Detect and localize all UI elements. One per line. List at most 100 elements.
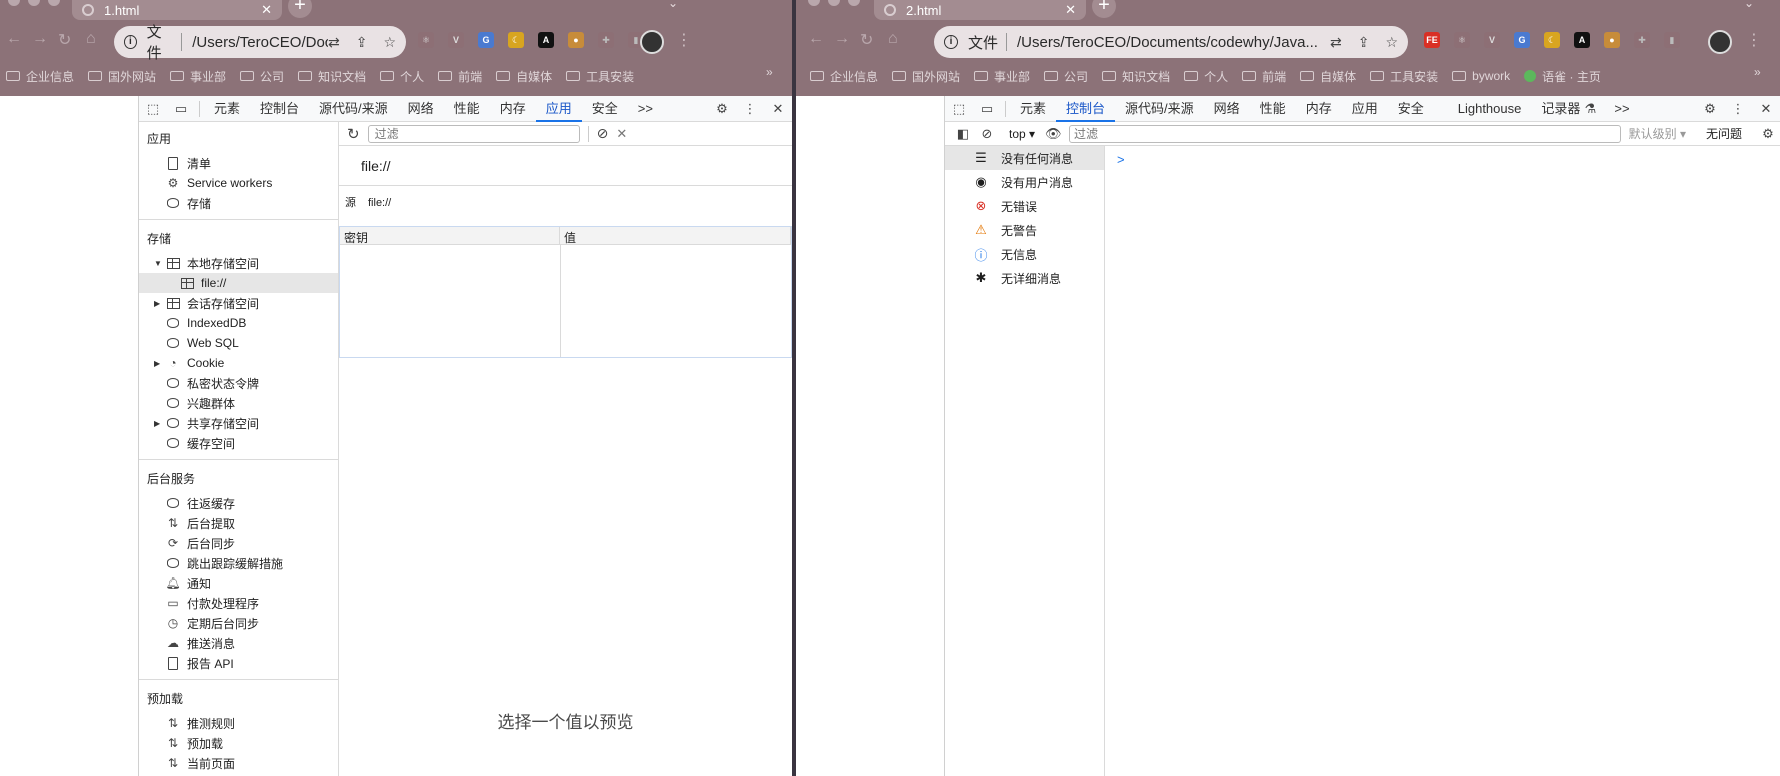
moon-icon[interactable]: ☾ [1544, 32, 1560, 48]
bookmark-item[interactable]: 事业部 [974, 68, 1030, 85]
bookmark-item[interactable]: 自媒体 [496, 68, 552, 85]
react-icon[interactable]: ⚛ [1454, 32, 1470, 48]
bookmark-item[interactable]: 工具安装 [566, 68, 634, 85]
console-filter-user-messages[interactable]: ◉ 没有用户消息 [945, 170, 1104, 194]
tab-elements[interactable]: 元素 [204, 96, 250, 122]
sidebar-item-bounce-tracking[interactable]: 跳出跟踪缓解措施 [139, 553, 338, 573]
new-tab-button[interactable]: + [288, 0, 312, 18]
sidebar-item-manifest[interactable]: 清单 [139, 153, 338, 173]
sidepanel-icon[interactable]: ▮ [1664, 32, 1680, 48]
vue-icon[interactable]: V [1484, 32, 1500, 48]
sidebar-item-periodic-sync[interactable]: ◷ 定期后台同步 [139, 613, 338, 633]
key-value-table[interactable]: 密钥 值 [339, 226, 792, 358]
share-icon[interactable]: ⇪ [356, 34, 368, 51]
cookie-icon[interactable]: ● [568, 32, 584, 48]
inspect-icon[interactable]: ⬚ [145, 101, 161, 117]
more-tabs-button[interactable]: >> [628, 96, 663, 122]
eye-icon[interactable]: 👁︎ [1045, 126, 1062, 142]
bookmark-item[interactable]: 国外网站 [88, 68, 156, 85]
tab-console[interactable]: 控制台 [250, 96, 309, 122]
clear-console-icon[interactable]: ⊘ [979, 126, 995, 142]
react-icon[interactable]: ⚛ [418, 32, 434, 48]
sidebar-item-shared-storage[interactable]: ▶ 共享存储空间 [139, 413, 338, 433]
reload-icon[interactable]: ↻ [860, 30, 873, 50]
bookmark-item[interactable]: 企业信息 [810, 68, 878, 85]
tab-search-chevron-icon[interactable]: ⌄ [1744, 0, 1754, 10]
back-icon[interactable]: ← [808, 30, 824, 48]
translate-icon[interactable]: ⇄ [1330, 34, 1342, 51]
column-header-value[interactable]: 值 [560, 227, 791, 245]
sidebar-item-push-messaging[interactable]: ☁ 推送消息 [139, 633, 338, 653]
device-toggle-icon[interactable]: ▭ [979, 101, 995, 117]
sidebar-item-cache-storage[interactable]: 缓存空间 [139, 433, 338, 453]
tab-elements[interactable]: 元素 [1010, 96, 1056, 122]
close-tab-icon[interactable]: ✕ [1065, 2, 1076, 18]
close-icon[interactable]: ✕ [770, 101, 786, 117]
sidebar-item-this-page[interactable]: ⇅ 当前页面 [139, 753, 338, 773]
bookmarks-more-icon[interactable]: » [1754, 65, 1761, 79]
console-filter-verbose[interactable]: ✱ 无详细消息 [945, 266, 1104, 290]
sidebar-item-bg-fetch[interactable]: ⇅ 后台提取 [139, 513, 338, 533]
menu-icon[interactable]: ⋮ [676, 30, 692, 50]
bookmark-item[interactable]: 公司 [240, 68, 284, 85]
sidebar-toggle-icon[interactable]: ◧ [955, 126, 971, 142]
close-icon[interactable]: ✕ [1758, 101, 1774, 117]
console-filter-errors[interactable]: ⊗ 无错误 [945, 194, 1104, 218]
sidebar-item-bfcache[interactable]: 往返缓存 [139, 493, 338, 513]
inspect-icon[interactable]: ⬚ [951, 101, 967, 117]
refresh-icon[interactable]: ↻ [347, 125, 360, 143]
new-tab-button[interactable]: + [1092, 0, 1116, 18]
angular-icon[interactable]: A [538, 32, 554, 48]
kebab-menu-icon[interactable]: ⋮ [1730, 101, 1746, 117]
sidebar-item-session-storage[interactable]: ▶ 会话存储空间 [139, 293, 338, 313]
bookmark-item[interactable]: 自媒体 [1300, 68, 1356, 85]
gear-icon[interactable]: ⚙ [1702, 101, 1718, 117]
avatar[interactable] [640, 30, 664, 54]
bookmark-item[interactable]: 工具安装 [1370, 68, 1438, 85]
angular-icon[interactable]: A [1574, 32, 1590, 48]
tab-network[interactable]: 网络 [398, 96, 444, 122]
tab-memory[interactable]: 内存 [490, 96, 536, 122]
puzzle-icon[interactable]: ✚ [598, 32, 614, 48]
console-prompt[interactable]: > [1117, 152, 1125, 167]
bookmark-item[interactable]: 个人 [380, 68, 424, 85]
cookie-icon[interactable]: ● [1604, 32, 1620, 48]
bookmark-item[interactable]: 个人 [1184, 68, 1228, 85]
bookmark-item[interactable]: 前端 [1242, 68, 1286, 85]
bookmark-item[interactable]: 前端 [438, 68, 482, 85]
tab-security[interactable]: 安全 [1388, 96, 1434, 122]
console-filter-info[interactable]: ⓘ 无信息 [945, 242, 1104, 266]
tab-2-html[interactable]: 2.html ✕ [874, 0, 1086, 20]
sidebar-item-storage[interactable]: 存储 [139, 193, 338, 213]
sidebar-item-indexeddb[interactable]: IndexedDB [139, 313, 338, 333]
sidebar-item-notifications[interactable]: 🔔︎ 通知 [139, 573, 338, 593]
filter-input[interactable]: 过滤 [367, 124, 580, 143]
star-icon[interactable]: ☆ [1385, 34, 1398, 51]
bookmark-item[interactable]: 知识文档 [1102, 68, 1170, 85]
url-text[interactable]: /Users/TeroCEO/Documents/codewhy/Java... [1017, 34, 1318, 51]
console-filter-input[interactable]: 过滤 [1069, 124, 1621, 143]
sidebar-item-payment-handler[interactable]: ▭ 付款处理程序 [139, 593, 338, 613]
sidebar-item-service-workers[interactable]: ⚙ Service workers [139, 173, 338, 193]
avatar[interactable] [1708, 30, 1732, 54]
url-text[interactable]: /Users/TeroCEO/Doc... [192, 34, 328, 51]
device-toggle-icon[interactable]: ▭ [173, 101, 189, 117]
tab-sources[interactable]: 源代码/来源 [309, 96, 398, 122]
console-settings-icon[interactable]: ⚙ [1760, 126, 1776, 142]
sidebar-item-interest-groups[interactable]: 兴趣群体 [139, 393, 338, 413]
vue-icon[interactable]: V [448, 32, 464, 48]
back-icon[interactable]: ← [6, 30, 22, 48]
info-icon[interactable]: i [124, 35, 137, 49]
sidebar-item-cookie[interactable]: ▶ ◔ Cookie [139, 353, 338, 373]
bookmark-item[interactable]: 语雀 · 主页 [1524, 68, 1601, 85]
bookmarks-more-icon[interactable]: » [766, 65, 773, 79]
clear-all-icon[interactable]: ⊘ [597, 125, 609, 142]
bookmark-item[interactable]: 企业信息 [6, 68, 74, 85]
bookmark-item[interactable]: 公司 [1044, 68, 1088, 85]
window-controls[interactable] [8, 0, 60, 6]
gear-icon[interactable]: ⚙ [714, 101, 730, 117]
column-header-key[interactable]: 密钥 [340, 227, 560, 245]
sidebar-item-local-storage-file[interactable]: file:// [139, 273, 338, 293]
tab-lighthouse[interactable]: Lighthouse [1434, 96, 1532, 122]
tab-memory[interactable]: 内存 [1296, 96, 1342, 122]
